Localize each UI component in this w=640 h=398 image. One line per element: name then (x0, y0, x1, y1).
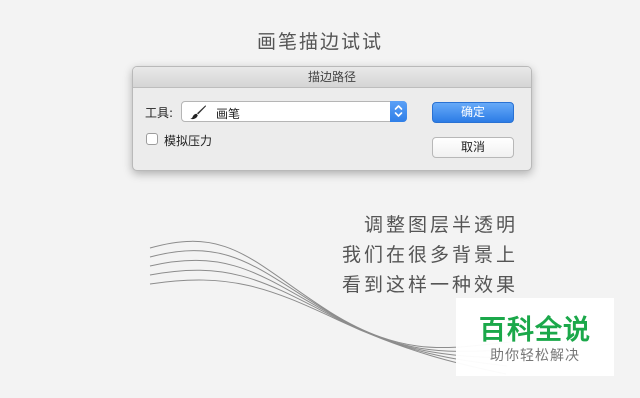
watermark-logo-title: 百科全说 (479, 315, 591, 346)
curve-line (149, 279, 507, 375)
watermark: 百科全说 助你轻松解决 (456, 298, 614, 376)
curve-line (149, 259, 509, 359)
watermark-subtitle: 助你轻松解决 (490, 348, 580, 364)
